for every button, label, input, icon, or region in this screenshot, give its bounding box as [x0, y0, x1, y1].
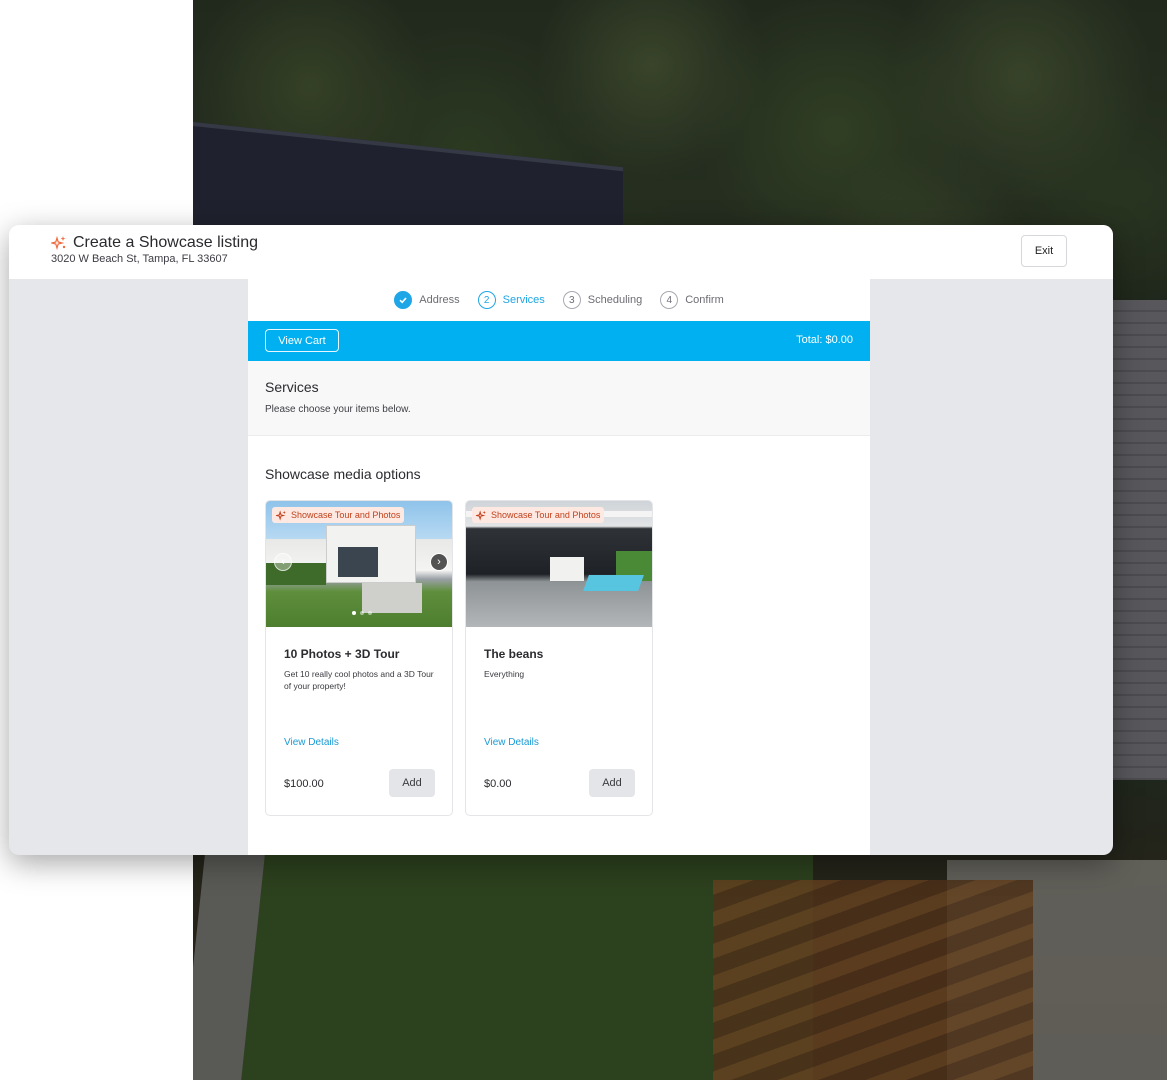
main-content: Address 2 Services 3 Scheduling 4 Confir… — [248, 279, 870, 855]
sparkle-icon — [51, 235, 66, 251]
modal-header: Create a Showcase listing 3020 W Beach S… — [9, 225, 1113, 279]
service-price: $0.00 — [484, 778, 512, 790]
service-card-image: Showcase Tour and Photos ‹ › — [266, 501, 452, 627]
exit-button[interactable]: Exit — [1021, 235, 1067, 267]
carousel-dot[interactable] — [360, 611, 364, 615]
service-description: Get 10 really cool photos and a 3D Tour … — [284, 669, 434, 691]
listing-address: 3020 W Beach St, Tampa, FL 33607 — [51, 253, 228, 265]
service-badge: Showcase Tour and Photos — [272, 507, 405, 523]
service-title: 10 Photos + 3D Tour — [284, 647, 400, 661]
header-title-row: Create a Showcase listing — [51, 234, 258, 252]
service-card: Showcase Tour and Photos The beans Every… — [465, 500, 653, 816]
add-button[interactable]: Add — [389, 769, 435, 797]
step-label: Address — [419, 294, 460, 306]
step-label: Confirm — [685, 294, 724, 306]
service-badge: Showcase Tour and Photos — [472, 507, 605, 523]
step-number: 2 — [477, 291, 496, 309]
sparkle-icon — [476, 509, 486, 521]
chevron-right-icon[interactable]: › — [430, 553, 448, 571]
carousel-dot[interactable] — [352, 611, 356, 615]
step-confirm[interactable]: 4 Confirm — [660, 291, 724, 309]
step-address[interactable]: Address — [394, 291, 460, 309]
service-title: The beans — [484, 647, 544, 661]
carousel-dots — [352, 611, 372, 615]
step-number: 3 — [562, 291, 581, 309]
service-card: Showcase Tour and Photos ‹ › 10 Photos +… — [265, 500, 453, 816]
service-description: Everything — [484, 669, 525, 679]
cart-total: Total: $0.00 — [796, 334, 853, 346]
add-button[interactable]: Add — [589, 769, 635, 797]
cart-bar: View Cart Total: $0.00 — [248, 321, 870, 361]
sparkle-icon — [276, 509, 286, 521]
view-details-link[interactable]: View Details — [484, 737, 539, 748]
step-label: Services — [502, 294, 545, 306]
step-label: Scheduling — [587, 294, 643, 306]
view-cart-button[interactable]: View Cart — [265, 329, 339, 352]
step-number: 4 — [660, 291, 679, 309]
carousel-dot[interactable] — [368, 611, 372, 615]
chevron-left-icon[interactable]: ‹ — [274, 553, 292, 571]
service-price: $100.00 — [284, 778, 324, 790]
service-card-image: Showcase Tour and Photos — [466, 501, 652, 627]
progress-stepper: Address 2 Services 3 Scheduling 4 Confir… — [248, 279, 870, 321]
services-header: Services Please choose your items below. — [248, 361, 870, 436]
services-subtitle: Please choose your items below. — [265, 404, 411, 415]
badge-label: Showcase Tour and Photos — [291, 510, 401, 520]
step-services[interactable]: 2 Services — [477, 291, 545, 309]
checkmark-icon — [394, 291, 413, 309]
section-title: Showcase media options — [265, 466, 421, 482]
listing-modal: Create a Showcase listing 3020 W Beach S… — [9, 225, 1113, 855]
step-scheduling[interactable]: 3 Scheduling — [562, 291, 643, 309]
badge-label: Showcase Tour and Photos — [491, 510, 601, 520]
view-details-link[interactable]: View Details — [284, 737, 339, 748]
services-title: Services — [265, 379, 319, 395]
page-title: Create a Showcase listing — [73, 234, 258, 251]
